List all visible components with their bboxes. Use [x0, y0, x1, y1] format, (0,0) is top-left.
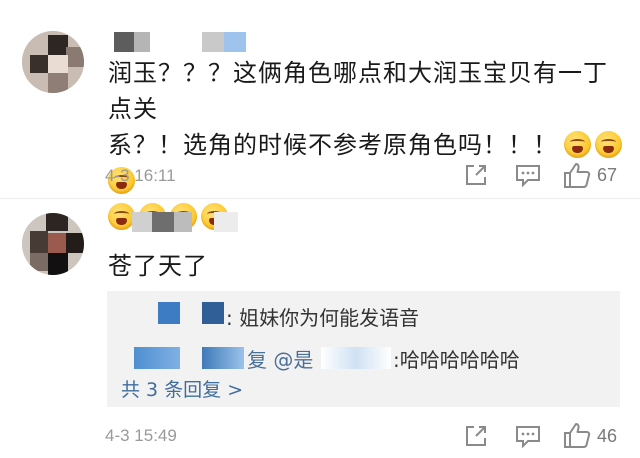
more-replies-link[interactable]: 共 3 条回复 > — [121, 375, 243, 402]
avatar[interactable] — [22, 31, 84, 93]
thumbs-up-icon[interactable] — [563, 161, 591, 189]
angry-face-emoji — [564, 131, 591, 158]
reply-text: 复 @是 — [247, 348, 314, 372]
share-icon[interactable] — [464, 424, 488, 448]
avatar[interactable] — [22, 213, 84, 275]
comment-icon[interactable] — [515, 424, 541, 448]
username-obscured[interactable] — [114, 212, 254, 232]
reply-username-obscured[interactable] — [134, 347, 180, 369]
like-count: 67 — [597, 165, 618, 185]
comment-text-line: 润玉？？？这俩角色哪点和大润玉宝贝有一丁点关 — [108, 59, 608, 123]
thumbs-up-icon[interactable] — [563, 421, 591, 449]
reply-username-obscured[interactable] — [202, 302, 224, 324]
reply-text: : 姐妹你为何能发语音 — [226, 306, 420, 330]
comment-timestamp: 4-3 15:49 — [105, 426, 177, 445]
reply-text: :哈哈哈哈哈哈 — [393, 348, 520, 372]
share-icon[interactable] — [464, 163, 488, 187]
comment-text: 苍了天了 — [108, 252, 208, 280]
reply-username-obscured[interactable] — [158, 302, 180, 324]
comment-divider — [0, 198, 640, 199]
comment-text-span: 系？！选角的时候不参考原角色吗！！！ — [108, 131, 558, 159]
comment-text: 润玉？？？这俩角色哪点和大润玉宝贝有一丁点关 系？！选角的时候不参考原角色吗！！… — [108, 55, 628, 235]
reply-username-obscured[interactable] — [321, 347, 391, 369]
comment-timestamp: 4-3 16:11 — [105, 166, 176, 185]
reply-username-obscured[interactable] — [202, 347, 244, 369]
username-obscured[interactable] — [114, 32, 254, 52]
angry-face-emoji — [595, 131, 622, 158]
comment-icon[interactable] — [515, 163, 541, 187]
like-count: 46 — [597, 426, 618, 446]
comment-text-line: 系？！选角的时候不参考原角色吗！！！ — [108, 127, 628, 199]
reply-box[interactable]: : 姐妹你为何能发语音 复 @是 :哈哈哈哈哈哈 共 3 条回复 > — [107, 291, 620, 407]
